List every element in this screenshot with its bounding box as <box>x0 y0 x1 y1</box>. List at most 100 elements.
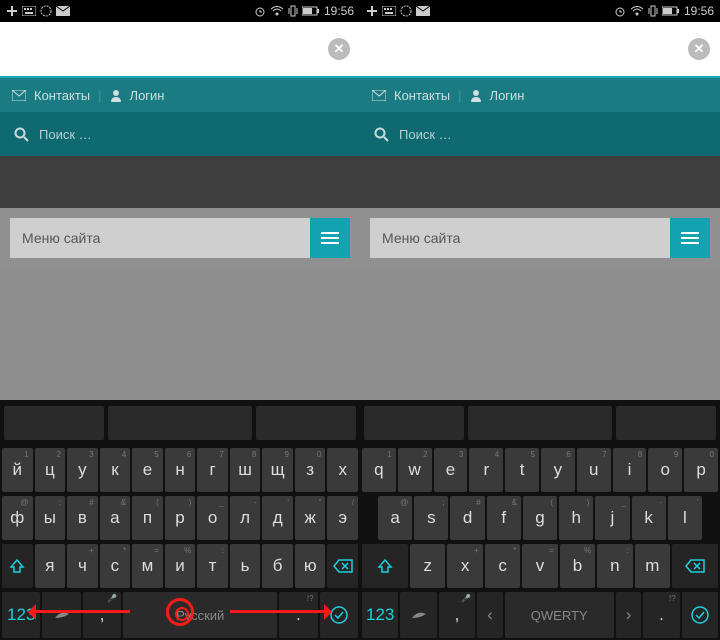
key-а[interactable]: а& <box>100 496 131 540</box>
key-d[interactable]: d# <box>450 496 484 540</box>
key-ы[interactable]: ы; <box>35 496 66 540</box>
search-bar[interactable]: Поиск … <box>360 112 720 156</box>
key-э[interactable]: э/ <box>327 496 358 540</box>
key-п[interactable]: п( <box>132 496 163 540</box>
enter-key[interactable] <box>682 592 718 638</box>
key-f[interactable]: f& <box>487 496 521 540</box>
right-arrow-key[interactable]: › <box>616 592 641 638</box>
key-ц[interactable]: ц2 <box>35 448 66 492</box>
key-ш[interactable]: ш8 <box>230 448 261 492</box>
key-q[interactable]: q1 <box>362 448 396 492</box>
nav-separator: | <box>458 88 461 103</box>
left-arrow-key[interactable]: ‹ <box>477 592 502 638</box>
key-o[interactable]: o9 <box>648 448 682 492</box>
key-г[interactable]: г7 <box>197 448 228 492</box>
nav-login[interactable]: Логин <box>490 88 525 103</box>
key-ь[interactable]: ь <box>230 544 261 588</box>
key-с[interactable]: с* <box>100 544 131 588</box>
key-й[interactable]: й1 <box>2 448 33 492</box>
nav-contacts[interactable]: Контакты <box>394 88 450 103</box>
key-л[interactable]: л- <box>230 496 261 540</box>
shift-key[interactable] <box>362 544 408 588</box>
suggestion-left[interactable] <box>364 406 464 440</box>
period-key[interactable]: .!? <box>643 592 679 638</box>
key-р[interactable]: р) <box>165 496 196 540</box>
suggestion-left[interactable] <box>4 406 104 440</box>
hamburger-button[interactable] <box>670 218 710 258</box>
browser-url-bar[interactable]: ✕ <box>0 22 360 78</box>
comma-key[interactable]: ,🎤 <box>83 592 121 638</box>
period-key[interactable]: .!? <box>279 592 317 638</box>
nav-login[interactable]: Логин <box>130 88 165 103</box>
key-о[interactable]: о_ <box>197 496 228 540</box>
key-a[interactable]: a@ <box>378 496 412 540</box>
key-b[interactable]: b% <box>560 544 595 588</box>
key-g[interactable]: g( <box>523 496 557 540</box>
key-s[interactable]: s; <box>414 496 448 540</box>
key-м[interactable]: м= <box>132 544 163 588</box>
key-z[interactable]: z <box>410 544 445 588</box>
close-icon[interactable]: ✕ <box>328 38 350 60</box>
key-l[interactable]: l' <box>668 496 702 540</box>
suggestion-right[interactable] <box>256 406 356 440</box>
key-e[interactable]: e3 <box>434 448 468 492</box>
key-е[interactable]: е5 <box>132 448 163 492</box>
comma-key[interactable]: ,🎤 <box>439 592 475 638</box>
key-в[interactable]: в# <box>67 496 98 540</box>
key-я[interactable]: я <box>35 544 66 588</box>
key-ф[interactable]: ф@ <box>2 496 33 540</box>
nav-contacts[interactable]: Контакты <box>34 88 90 103</box>
key-u[interactable]: u7 <box>577 448 611 492</box>
key-n[interactable]: n: <box>597 544 632 588</box>
enter-key[interactable] <box>320 592 358 638</box>
key-у[interactable]: у3 <box>67 448 98 492</box>
shift-key[interactable] <box>2 544 33 588</box>
key-н[interactable]: н6 <box>165 448 196 492</box>
mic-icon: 🎤 <box>107 594 117 603</box>
swift-key[interactable] <box>42 592 80 638</box>
key-j[interactable]: j_ <box>595 496 629 540</box>
key-ч[interactable]: ч+ <box>67 544 98 588</box>
search-bar[interactable]: Поиск … <box>0 112 360 156</box>
key-t[interactable]: t5 <box>505 448 539 492</box>
key-x[interactable]: x+ <box>447 544 482 588</box>
key-v[interactable]: v= <box>522 544 557 588</box>
key-i[interactable]: i8 <box>613 448 647 492</box>
key-к[interactable]: к4 <box>100 448 131 492</box>
backspace-key[interactable] <box>327 544 358 588</box>
suggestion-right[interactable] <box>616 406 716 440</box>
key-m[interactable]: m <box>635 544 670 588</box>
key-r[interactable]: r4 <box>469 448 503 492</box>
key-д[interactable]: д' <box>262 496 293 540</box>
key-p[interactable]: p0 <box>684 448 718 492</box>
numeric-key[interactable]: 123 <box>362 592 398 638</box>
close-icon[interactable]: ✕ <box>688 38 710 60</box>
key-щ[interactable]: щ9 <box>262 448 293 492</box>
key-т[interactable]: т: <box>197 544 228 588</box>
key-б[interactable]: б <box>262 544 293 588</box>
key-х[interactable]: х <box>327 448 358 492</box>
suggestion-center[interactable] <box>108 406 251 440</box>
menu-bar[interactable]: Меню сайта <box>370 218 710 258</box>
key-h[interactable]: h) <box>559 496 593 540</box>
menu-label: Меню сайта <box>382 230 460 246</box>
suggestion-center[interactable] <box>468 406 611 440</box>
menu-section: Меню сайта <box>0 208 360 268</box>
key-ж[interactable]: ж" <box>295 496 326 540</box>
browser-url-bar[interactable]: ✕ <box>360 22 720 78</box>
circle-icon <box>40 5 52 17</box>
menu-bar[interactable]: Меню сайта <box>10 218 350 258</box>
key-з[interactable]: з0 <box>295 448 326 492</box>
key-и[interactable]: и% <box>165 544 196 588</box>
space-key[interactable]: QWERTY <box>505 592 614 638</box>
hamburger-button[interactable] <box>310 218 350 258</box>
numeric-key[interactable]: 123 <box>2 592 40 638</box>
key-k[interactable]: k- <box>632 496 666 540</box>
swift-key[interactable] <box>400 592 436 638</box>
key-w[interactable]: w2 <box>398 448 432 492</box>
space-key[interactable]: Русский <box>123 592 277 638</box>
key-ю[interactable]: ю <box>295 544 326 588</box>
key-y[interactable]: y6 <box>541 448 575 492</box>
key-c[interactable]: c* <box>485 544 520 588</box>
backspace-key[interactable] <box>672 544 718 588</box>
